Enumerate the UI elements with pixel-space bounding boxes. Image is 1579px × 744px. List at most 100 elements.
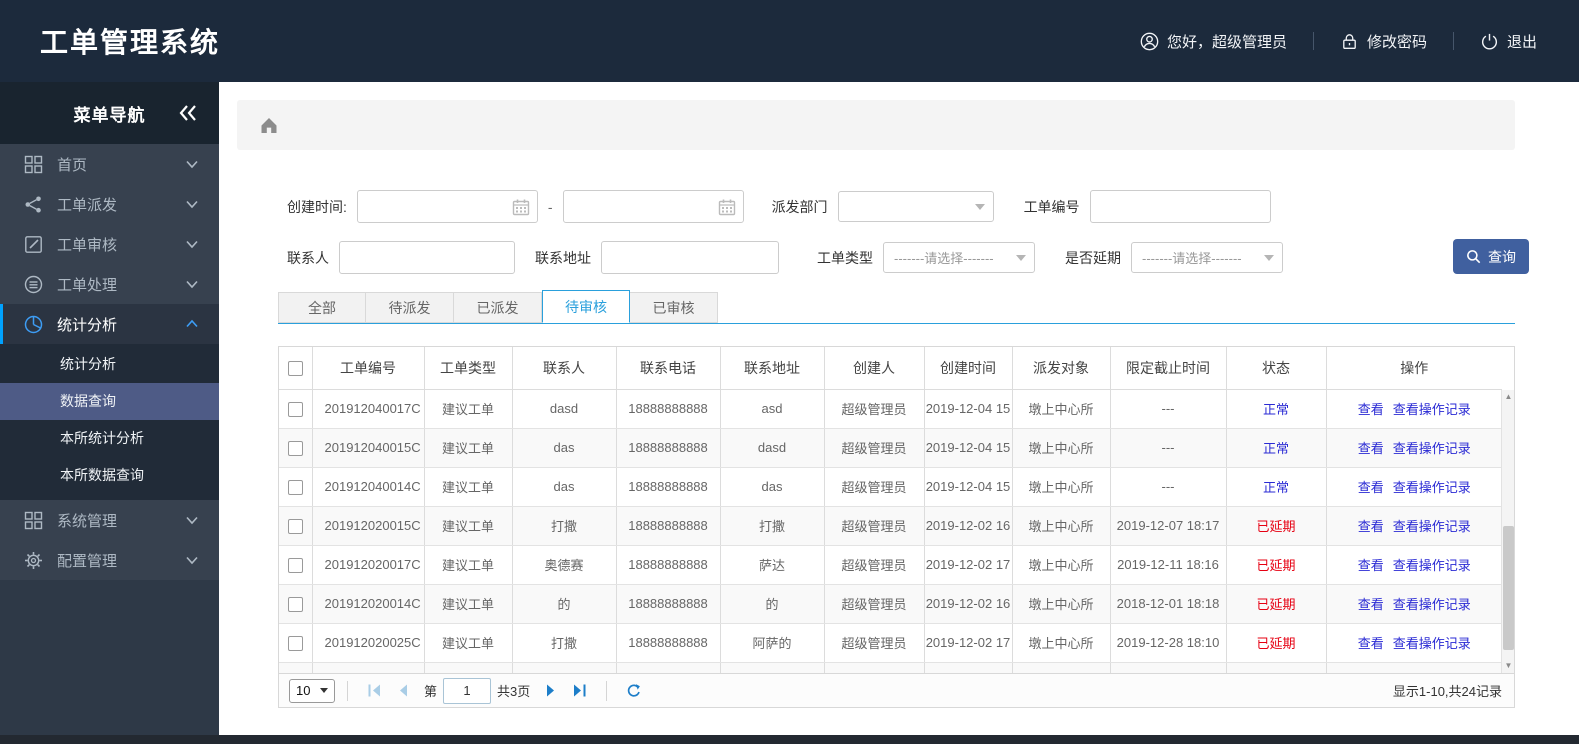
user-icon: [1140, 32, 1159, 50]
date-range-separator: -: [547, 198, 553, 215]
tab-all[interactable]: 全部: [278, 292, 366, 323]
subitem-statistics-analysis[interactable]: 统计分析: [0, 346, 219, 383]
sidebar-item-process[interactable]: 工单处理: [0, 264, 219, 304]
calendar-icon[interactable]: [718, 198, 736, 216]
total-pages: 共3页: [497, 684, 531, 699]
divider: [606, 680, 608, 701]
sidebar-item-statistics[interactable]: 统计分析: [0, 304, 219, 344]
cell-contact: das: [512, 467, 617, 507]
tab-pending-review[interactable]: 待审核: [542, 290, 630, 323]
cell-phone: 18888888888: [616, 506, 721, 546]
row-checkbox[interactable]: [287, 518, 303, 534]
delay-placeholder: -------请选择-------: [1142, 251, 1242, 266]
cell-deadline: ---: [1110, 389, 1227, 429]
last-page-icon[interactable]: [572, 683, 587, 698]
view-log-link[interactable]: 查看操作记录: [1393, 558, 1471, 573]
status-tabs: 全部 待派发 已派发 待审核 已审核: [278, 290, 1515, 324]
refresh-icon[interactable]: [626, 683, 641, 698]
cell-order-type: 建议工单: [424, 584, 513, 624]
cell-dispatch-target: 墩上中心所: [1012, 584, 1111, 624]
prev-page-icon[interactable]: [396, 683, 411, 698]
main-content: 创建时间: - 派发部门 工单编号 联系人 联系地址 工单类型 -------请…: [219, 82, 1579, 735]
col-phone: 联系电话: [616, 347, 721, 390]
subitem-data-query[interactable]: 数据查询: [0, 383, 219, 420]
search-button[interactable]: 查询: [1453, 239, 1529, 274]
contact-input[interactable]: [340, 242, 514, 273]
table-row: 201912020025C 建议工单 打撒 18888888888 阿萨的 超级…: [279, 623, 1502, 663]
view-log-link[interactable]: 查看操作记录: [1393, 402, 1471, 417]
first-page-icon[interactable]: [367, 683, 382, 698]
created-time-end-input[interactable]: [563, 191, 743, 222]
page-size-select[interactable]: 10: [289, 678, 335, 703]
cell-dispatch-target: 墩上中心所: [1012, 506, 1111, 546]
cell-status: 正常: [1226, 428, 1327, 468]
sidebar-menu: 首页 工单派发 工单审核 工单处理 统计分析 统计分析 数据查询 本所统计分析 …: [0, 144, 219, 580]
sidebar-item-label: 首页: [57, 156, 88, 174]
subitem-local-data-query[interactable]: 本所数据查询: [0, 457, 219, 494]
user-greeting[interactable]: 您好，超级管理员: [1140, 31, 1287, 52]
row-checkbox-cell: [279, 389, 313, 429]
view-link[interactable]: 查看: [1358, 519, 1384, 534]
sidebar-item-config[interactable]: 配置管理: [0, 540, 219, 580]
calendar-icon[interactable]: [512, 198, 530, 216]
cell-creator: 超级管理员: [824, 389, 925, 429]
sidebar-item-dispatch[interactable]: 工单派发: [0, 184, 219, 224]
cell-deadline: ---: [1110, 467, 1227, 507]
delay-select[interactable]: -------请选择-------: [1131, 242, 1283, 273]
row-checkbox[interactable]: [287, 401, 303, 417]
table-row-partial: [279, 662, 1502, 673]
collapse-sidebar-icon[interactable]: [177, 102, 199, 124]
view-link[interactable]: 查看: [1358, 597, 1384, 612]
next-page-icon[interactable]: [543, 683, 558, 698]
order-no-input[interactable]: [1090, 191, 1270, 222]
address-input[interactable]: [602, 242, 778, 273]
sidebar-item-system[interactable]: 系统管理: [0, 500, 219, 540]
view-link[interactable]: 查看: [1358, 402, 1384, 417]
tab-pending-dispatch[interactable]: 待派发: [366, 292, 454, 323]
sidebar-item-home[interactable]: 首页: [0, 144, 219, 184]
row-checkbox-cell: [279, 545, 313, 585]
view-link[interactable]: 查看: [1358, 558, 1384, 573]
chevron-down-icon: [186, 556, 198, 565]
lock-icon: [1343, 33, 1356, 49]
sidebar-item-review[interactable]: 工单审核: [0, 224, 219, 264]
view-log-link[interactable]: 查看操作记录: [1393, 597, 1471, 612]
view-log-link[interactable]: 查看操作记录: [1393, 636, 1471, 651]
subitem-local-statistics[interactable]: 本所统计分析: [0, 420, 219, 457]
row-checkbox-cell: [279, 584, 313, 624]
created-time-start-input[interactable]: [357, 191, 537, 222]
database-icon: [24, 275, 43, 293]
col-address: 联系地址: [720, 347, 825, 390]
tab-dispatched[interactable]: 已派发: [454, 292, 542, 323]
row-checkbox[interactable]: [287, 479, 303, 495]
home-icon[interactable]: [259, 115, 279, 135]
table-body: 201912040017C 建议工单 dasd 18888888888 asd …: [279, 389, 1502, 673]
select-all-checkbox[interactable]: [287, 361, 303, 377]
logout-button[interactable]: 退出: [1480, 31, 1537, 52]
view-link[interactable]: 查看: [1358, 480, 1384, 495]
cell-actions: 查看 查看操作记录: [1326, 545, 1502, 585]
row-checkbox[interactable]: [287, 635, 303, 651]
scroll-up-icon[interactable]: ▲: [1502, 390, 1515, 404]
view-log-link[interactable]: 查看操作记录: [1393, 441, 1471, 456]
view-log-link[interactable]: 查看操作记录: [1393, 480, 1471, 495]
header-checkbox-cell: [279, 347, 313, 390]
order-type-select[interactable]: -------请选择-------: [883, 242, 1035, 273]
table-row: 201912040014C 建议工单 das 18888888888 das 超…: [279, 467, 1502, 507]
tab-reviewed[interactable]: 已审核: [630, 292, 718, 323]
view-log-link[interactable]: 查看操作记录: [1393, 519, 1471, 534]
page-number-input[interactable]: [443, 677, 492, 704]
view-link[interactable]: 查看: [1358, 441, 1384, 456]
row-checkbox[interactable]: [287, 440, 303, 456]
cell-order-no: 201912020014C: [312, 584, 425, 624]
change-password-button[interactable]: 修改密码: [1340, 31, 1427, 52]
scrollbar-thumb[interactable]: [1503, 525, 1514, 651]
row-checkbox[interactable]: [287, 596, 303, 612]
row-checkbox[interactable]: [287, 557, 303, 573]
cell-phone: 18888888888: [616, 428, 721, 468]
view-link[interactable]: 查看: [1358, 636, 1384, 651]
sidebar-fill: [0, 580, 219, 735]
dispatch-dept-select[interactable]: [837, 191, 994, 222]
vertical-scrollbar[interactable]: ▲ ▼: [1501, 390, 1514, 673]
scroll-down-icon[interactable]: ▼: [1502, 659, 1515, 673]
